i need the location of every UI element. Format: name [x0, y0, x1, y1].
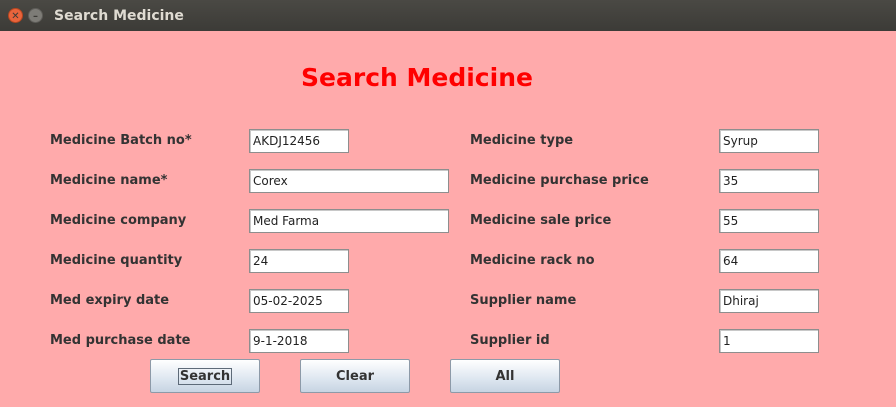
rack-no-input[interactable]	[719, 249, 819, 273]
window-title: Search Medicine	[54, 8, 184, 24]
medicine-type-input[interactable]	[719, 129, 819, 153]
window-titlebar: ✕ – Search Medicine	[0, 0, 896, 31]
clear-button-label: Clear	[336, 368, 374, 384]
purchase-date-label: Med purchase date	[50, 333, 191, 348]
purchase-date-input[interactable]	[249, 329, 349, 353]
close-icon[interactable]: ✕	[8, 8, 23, 23]
expiry-date-input[interactable]	[249, 289, 349, 313]
medicine-name-input[interactable]	[249, 169, 449, 193]
medicine-type-label: Medicine type	[470, 133, 574, 148]
all-button[interactable]: All	[450, 359, 560, 393]
search-button[interactable]: Search	[150, 359, 260, 393]
expiry-date-label: Med expiry date	[50, 293, 170, 308]
supplier-name-input[interactable]	[719, 289, 819, 313]
medicine-company-input[interactable]	[249, 209, 449, 233]
supplier-id-label: Supplier id	[470, 333, 550, 348]
clear-button[interactable]: Clear	[300, 359, 410, 393]
minimize-icon[interactable]: –	[28, 8, 43, 23]
all-button-label: All	[495, 368, 515, 384]
medicine-company-label: Medicine company	[50, 213, 187, 228]
sale-price-input[interactable]	[719, 209, 819, 233]
medicine-name-label: Medicine name*	[50, 173, 168, 188]
rack-no-label: Medicine rack no	[470, 253, 595, 268]
batch-no-input[interactable]	[249, 129, 349, 153]
purchase-price-label: Medicine purchase price	[470, 173, 649, 188]
medicine-quantity-label: Medicine quantity	[50, 253, 183, 268]
batch-no-label: Medicine Batch no*	[50, 133, 192, 148]
purchase-price-input[interactable]	[719, 169, 819, 193]
search-button-label: Search	[177, 367, 233, 385]
medicine-quantity-input[interactable]	[249, 249, 349, 273]
supplier-name-label: Supplier name	[470, 293, 577, 308]
supplier-id-input[interactable]	[719, 329, 819, 353]
sale-price-label: Medicine sale price	[470, 213, 612, 228]
page-title: Search Medicine	[301, 63, 533, 92]
